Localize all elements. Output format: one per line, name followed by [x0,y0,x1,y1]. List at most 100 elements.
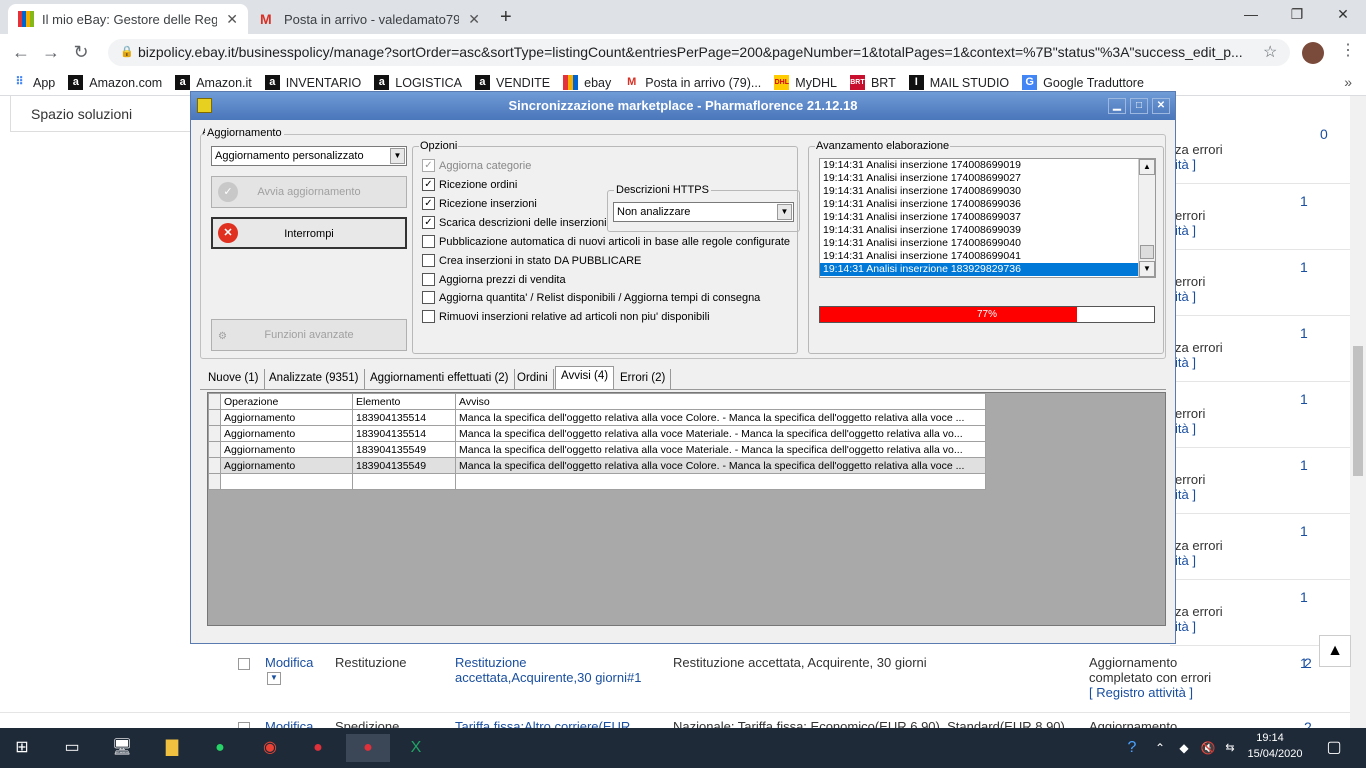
tab-ordini[interactable]: Ordini [512,369,554,389]
log-line-selected[interactable]: 19:14:31 Analisi inserzione 183929829736 [820,263,1138,276]
option-aggiorna-quantita[interactable]: Aggiorna quantita' / Relist disponibili … [422,291,760,304]
log-line[interactable]: 19:14:31 Analisi inserzione 174008699027 [820,172,1155,185]
table-row[interactable]: Aggiornamento 183904135514 Manca la spec… [208,409,986,426]
option-aggiorna-categorie[interactable]: ✓ Aggiorna categorie [422,159,531,172]
dialog-titlebar[interactable]: Sincronizzazione marketplace - Pharmaflo… [191,92,1175,120]
bookmark-logistica[interactable]: a LOGISTICA [374,75,462,90]
reload-icon[interactable]: ↻ [66,42,96,63]
registro-link[interactable]: ità ] [1175,421,1196,436]
column-header-operazione[interactable]: Operazione [220,393,353,410]
scroll-down-icon[interactable]: ▼ [1139,261,1155,277]
cell-avviso[interactable]: Manca la specifica dell'oggetto relativa… [455,457,986,474]
option-pubblicazione-automatica[interactable]: Pubblicazione automatica di nuovi artico… [422,235,790,248]
tab-aggiornamenti[interactable]: Aggiornamenti effettuati (2) [365,369,515,389]
row-header[interactable] [208,425,221,442]
column-header-elemento[interactable]: Elemento [352,393,456,410]
cell-operazione[interactable]: Aggiornamento [220,441,353,458]
log-listbox[interactable]: 19:14:31 Analisi inserzione 174008699019… [819,158,1156,278]
cell-elemento[interactable]: 183904135549 [352,441,456,458]
task-view-icon[interactable]: ▭ [58,734,86,762]
cell-empty[interactable] [220,473,353,490]
cell-avviso[interactable]: Manca la specifica dell'oggetto relativa… [455,409,986,426]
bookmark-gmail[interactable]: M Posta in arrivo (79)... [624,75,761,90]
registro-link[interactable]: ità ] [1175,157,1196,172]
cell-operazione[interactable]: Aggiornamento [220,457,353,474]
log-line[interactable]: 19:14:31 Analisi inserzione 174008699041 [820,250,1155,263]
cell-elemento[interactable]: 183904135549 [352,457,456,474]
bookmark-app[interactable]: ⠿ App [12,75,55,90]
dropdown-arrow-icon[interactable]: ▼ [267,672,281,685]
avvia-aggiornamento-button[interactable]: ✓ Avvia aggiornamento [211,176,407,208]
close-tab-icon[interactable]: ✕ [468,11,480,28]
dialog-minimize-icon[interactable]: ▁ [1108,98,1126,114]
forward-icon[interactable]: → [36,42,66,63]
scroll-to-top-button[interactable]: ▲ [1319,635,1351,667]
bookmark-inventario[interactable]: a INVENTARIO [264,75,361,90]
strawberry-app-icon[interactable]: ● [304,734,332,762]
url-field[interactable]: 🔒 bizpolicy.ebay.it/businesspolicy/manag… [108,39,1290,66]
listing-count[interactable]: 1 [1300,589,1308,605]
row-header[interactable] [208,457,221,474]
registro-attivita-link[interactable]: [ Registro attività ] [1089,685,1193,700]
registro-link[interactable]: ità ] [1175,487,1196,502]
funzioni-avanzate-button[interactable]: ⚙ Funzioni avanzate [211,319,407,351]
row-checkbox[interactable] [238,658,250,670]
bookmark-vendite[interactable]: a VENDITE [474,75,550,90]
registro-link[interactable]: ità ] [1175,619,1196,634]
excel-icon[interactable]: X [402,734,430,762]
option-crea-inserzioni[interactable]: Crea inserzioni in stato DA PUBBLICARE [422,254,641,267]
star-icon[interactable]: ☆ [1263,42,1277,62]
modifica-link[interactable]: Modifica [265,655,313,670]
registro-link[interactable]: ità ] [1175,289,1196,304]
close-tab-icon[interactable]: ✕ [226,11,238,28]
https-select[interactable]: Non analizzare ▼ [613,202,794,222]
tab-analizzate[interactable]: Analizzate (9351) [264,369,365,389]
windows-start-icon[interactable]: ⊞ [8,734,36,762]
bookmark-amazon-com[interactable]: a Amazon.com [68,75,162,90]
log-line[interactable]: 19:14:31 Analisi inserzione 174008699019 [820,159,1155,172]
option-ricezione-inserzioni[interactable]: ✓ Ricezione inserzioni [422,197,537,210]
scroll-up-icon[interactable]: ▲ [1139,159,1155,175]
bookmarks-overflow-icon[interactable]: » [1344,74,1352,90]
option-scarica-descrizioni[interactable]: ✓ Scarica descrizioni delle inserzioni [422,216,607,229]
interrompi-button[interactable]: ✕ Interrompi [211,217,407,249]
registro-link[interactable]: ità ] [1175,223,1196,238]
cell-avviso[interactable]: Manca la specifica dell'oggetto relativa… [455,425,986,442]
option-rimuovi-inserzioni[interactable]: Rimuovi inserzioni relative ad articoli … [422,310,710,323]
file-explorer-icon[interactable]: ▇ [158,734,186,762]
log-line[interactable]: 19:14:31 Analisi inserzione 174008699030 [820,185,1155,198]
log-line[interactable]: 19:14:31 Analisi inserzione 174008699039 [820,224,1155,237]
scrollbar-thumb[interactable] [1353,346,1363,476]
row-header[interactable] [208,441,221,458]
cell-avviso[interactable]: Manca la specifica dell'oggetto relativa… [455,441,986,458]
tab-gmail[interactable]: M Posta in arrivo - valedamato79@... ✕ [250,4,490,34]
minimize-icon[interactable]: — [1236,6,1266,22]
log-line[interactable]: 19:14:31 Analisi inserzione 174008699040 [820,237,1155,250]
mode-select[interactable]: Aggiornamento personalizzato ▼ [211,146,407,166]
network-computer-icon[interactable]: 🖥 [108,734,136,762]
listing-count[interactable]: 1 [1300,391,1308,407]
listing-count[interactable]: 1 [1300,325,1308,341]
dialog-close-icon[interactable]: ✕ [1152,98,1170,114]
scroll-thumb[interactable] [1140,245,1154,259]
listing-count[interactable]: 1 [1300,193,1308,209]
new-tab-button[interactable]: + [500,6,512,29]
page-scrollbar[interactable] [1350,96,1366,728]
cell-empty[interactable] [352,473,456,490]
dialog-maximize-icon[interactable]: □ [1130,98,1148,114]
bookmark-google-translate[interactable]: G Google Traduttore [1022,75,1144,90]
cell-empty[interactable] [455,473,986,490]
notification-icon[interactable]: ▢ [1320,734,1348,762]
option-aggiorna-prezzi[interactable]: Aggiorna prezzi di vendita [422,273,566,286]
listing-count[interactable]: 2 [1304,655,1312,671]
bookmark-amazon-it[interactable]: a Amazon.it [175,75,252,90]
restore-icon[interactable]: ❐ [1282,6,1312,23]
registro-link[interactable]: ità ] [1175,553,1196,568]
whatsapp-icon[interactable]: ● [206,734,234,762]
registro-link[interactable]: ità ] [1175,355,1196,370]
clock-date[interactable]: 15/04/2020 [1245,748,1305,760]
bookmark-mydhl[interactable]: DHL MyDHL [774,75,837,90]
clock-time[interactable]: 19:14 [1250,732,1290,744]
tab-errori[interactable]: Errori (2) [615,369,672,389]
log-line[interactable]: 19:14:31 Analisi inserzione 174008699037 [820,211,1155,224]
